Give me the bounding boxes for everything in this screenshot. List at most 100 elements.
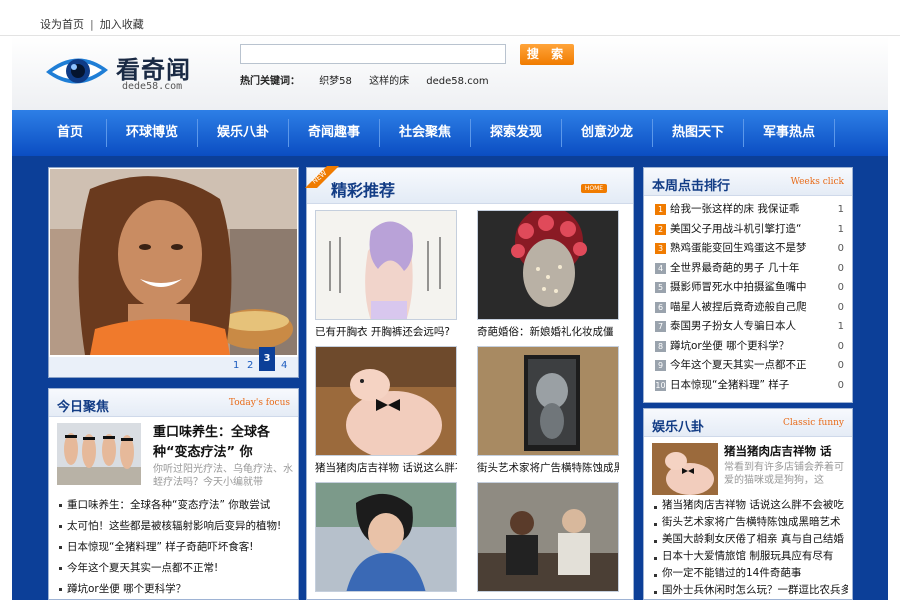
nav-item-odd-news[interactable]: 奇闻趣事 — [289, 110, 379, 156]
search-button[interactable]: 搜 索 — [520, 44, 574, 65]
rank-number: 6 — [655, 301, 666, 313]
nav-item-hot-pics[interactable]: 热图天下 — [653, 110, 743, 156]
rank-title[interactable]: 日本惊现“全猪料理” 样子 — [670, 376, 824, 396]
nav-item-society[interactable]: 社会聚焦 — [380, 110, 470, 156]
focus-thumbnail[interactable] — [57, 423, 141, 485]
featured-image[interactable] — [315, 482, 457, 592]
search-input[interactable] — [240, 44, 506, 64]
rank-title[interactable]: 喵星人被捏后竟奇迹般自己爬 — [670, 298, 824, 318]
panel-subtitle: Classic funny — [783, 418, 844, 428]
featured-caption: 已有开胸衣 开胸裤还会远吗? — [315, 326, 450, 338]
entertainment-list-item[interactable]: 美国大龄剩女厌倦了相亲 真与自己结婚 — [652, 531, 848, 548]
focus-list-item[interactable]: 日本惊现“全猪料理” 样子奇葩吓坏食客! — [57, 537, 281, 558]
rank-number: 1 — [655, 204, 666, 215]
featured-image[interactable] — [477, 482, 619, 592]
nav-item-military[interactable]: 军事热点 — [744, 110, 834, 156]
set-home-link[interactable]: 设为首页 — [40, 18, 84, 31]
featured-image[interactable] — [315, 346, 457, 456]
ranking-item[interactable]: 1 给我一张这样的床 我保证乖 1 — [652, 200, 848, 220]
focus-list-item[interactable]: 重口味养生：全球各种“变态疗法” 你敢尝试 — [57, 495, 281, 516]
rank-title[interactable]: 摄影师冒死水中拍摄鲨鱼嘴中 — [670, 278, 824, 298]
nav-item-creative[interactable]: 创意沙龙 — [562, 110, 652, 156]
nav-divider — [834, 119, 835, 147]
rank-title[interactable]: 蹲坑or坐便 哪个更科学？ — [670, 337, 824, 357]
rank-title[interactable]: 全世界最奇葩的男子 几十年 — [670, 259, 824, 279]
rank-number: 4 — [655, 262, 666, 274]
entertainment-thumbnail[interactable] — [652, 443, 718, 495]
slider-page[interactable]: 4 — [281, 360, 287, 371]
featured-caption: 街头艺术家将广告横特陈蚀成黑 — [477, 462, 619, 474]
page: 设为首页 | 加入收藏 看奇闻 dede58.com 搜 索 热门关键词： 织梦58… — [0, 0, 900, 600]
rank-count: 0 — [837, 282, 844, 293]
rank-title[interactable]: 给我一张这样的床 我保证乖 — [670, 200, 824, 220]
nav-item-entertainment[interactable]: 娱乐八卦 — [198, 110, 288, 156]
featured-image[interactable] — [477, 346, 619, 456]
today-focus-panel: 今日聚焦 Today's focus 重口味养生：全球各种“变态疗法” 你 你听… — [48, 388, 299, 600]
ranking-item[interactable]: 5 摄影师冒死水中拍摄鲨鱼嘴中 0 — [652, 278, 848, 298]
entertainment-headline[interactable]: 猪当猪肉店吉祥物 话 — [724, 443, 848, 459]
rank-count: 0 — [837, 243, 844, 254]
rank-number: 5 — [655, 282, 666, 293]
logo-name: 看奇闻 — [116, 55, 191, 84]
hot-keyword[interactable]: 这样的床 — [369, 76, 409, 87]
ranking-item[interactable]: 7 泰国男子扮女人专骗日本人 1 — [652, 317, 848, 337]
slider-pager: 1 2 3 4 — [49, 347, 298, 377]
hot-keyword[interactable]: 织梦58 — [319, 76, 352, 87]
rank-count: 1 — [837, 204, 844, 215]
ranking-item[interactable]: 9 今年这个夏天其实一点都不正 0 — [652, 356, 848, 376]
featured-image[interactable] — [315, 210, 457, 320]
rank-count: 0 — [837, 360, 844, 371]
entertainment-list-item[interactable]: 猪当猪肉店吉祥物 话说这么胖不会被吃 — [652, 497, 848, 514]
rank-number: 9 — [655, 360, 666, 371]
ranking-item[interactable]: 8 蹲坑or坐便 哪个更科学？ 0 — [652, 337, 848, 357]
focus-list-item[interactable]: 太可怕！这些都是被核辐射影响后变异的植物! — [57, 516, 281, 537]
entertainment-list: 猪当猪肉店吉祥物 话说这么胖不会被吃 街头艺术家将广告横特陈蚀成黑暗艺术 美国大… — [652, 497, 848, 599]
slider-image[interactable] — [50, 169, 297, 355]
top-separator: | — [90, 18, 94, 31]
rank-count: 0 — [837, 262, 844, 274]
panel-header: 今日聚焦 Today's focus — [49, 389, 298, 417]
rank-count: 1 — [837, 321, 844, 332]
panel-header: 娱乐八卦 Classic funny — [644, 409, 852, 437]
slider-page[interactable]: 2 — [247, 360, 253, 371]
focus-list-item[interactable]: 蹲坑or坐便 哪个更科学？ — [57, 579, 281, 600]
ranking-item[interactable]: 6 喵星人被捏后竟奇迹般自己爬 0 — [652, 298, 848, 318]
featured-image[interactable] — [477, 210, 619, 320]
focus-list-item[interactable]: 今年这个夏天其实一点都不正常! — [57, 558, 281, 579]
nav-item-world[interactable]: 环球博览 — [107, 110, 197, 156]
rank-title[interactable]: 泰国男子扮女人专骗日本人 — [670, 317, 824, 337]
entertainment-list-item[interactable]: 国外士兵休闲时怎么玩？一群逗比农兵多 — [652, 582, 848, 599]
entertainment-list-item[interactable]: 你一定不能错过的14件奇葩事 — [652, 565, 848, 582]
entertainment-list-item[interactable]: 日本十大爱情旅馆 制服玩具应有尽有 — [652, 548, 848, 565]
ranking-list: 1 给我一张这样的床 我保证乖 1 2 美国父子用战斗机引擎打造“ 1 3 熟鸡蛋能变回生… — [652, 200, 848, 395]
nav-item-home[interactable]: 首页 — [34, 110, 106, 156]
site-logo[interactable]: 看奇闻 dede58.com — [44, 48, 204, 98]
rank-title[interactable]: 熟鸡蛋能变回生鸡蛋这不是梦 — [670, 239, 824, 259]
logo-domain: dede58.com — [122, 81, 183, 92]
entertainment-description: 常看到有许多店铺会养着可爱的猫咪或是狗狗，这 — [724, 462, 844, 486]
main-nav: 首页 环球博览 娱乐八卦 奇闻趣事 社会聚焦 探索发现 创意沙龙 热图天下 军事… — [12, 110, 888, 156]
featured-caption: 猪当猪肉店吉祥物 话说这么胖不 — [315, 462, 457, 474]
header: 看奇闻 dede58.com 搜 索 热门关键词： 织梦58 这样的床 dede… — [12, 36, 888, 110]
slider-page[interactable]: 1 — [233, 360, 239, 371]
home-badge[interactable]: HOME — [581, 184, 607, 193]
panel-header: 本周点击排行 Weeks click — [644, 168, 852, 196]
rank-number: 8 — [655, 340, 666, 352]
hot-keywords: 热门关键词： 织梦58 这样的床 dede58.com — [240, 72, 503, 87]
hot-keyword[interactable]: dede58.com — [426, 76, 488, 87]
featured-title: 精彩推荐 — [331, 181, 396, 200]
rank-title[interactable]: 今年这个夏天其实一点都不正 — [670, 356, 824, 376]
ranking-item[interactable]: 10 日本惊现“全猪料理” 样子 0 — [652, 376, 848, 396]
panel-title: 娱乐八卦 — [652, 420, 705, 435]
nav-item-discovery[interactable]: 探索发现 — [471, 110, 561, 156]
panel-subtitle: Today's focus — [228, 398, 290, 408]
ranking-item[interactable]: 4 全世界最奇葩的男子 几十年 0 — [652, 259, 848, 279]
rank-title[interactable]: 美国父子用战斗机引擎打造“ — [670, 220, 824, 240]
ranking-item[interactable]: 2 美国父子用战斗机引擎打造“ 1 — [652, 220, 848, 240]
bookmark-link[interactable]: 加入收藏 — [100, 18, 144, 31]
entertainment-list-item[interactable]: 街头艺术家将广告横特陈蚀成黑暗艺术 — [652, 514, 848, 531]
rank-number: 7 — [655, 321, 666, 332]
focus-headline[interactable]: 重口味养生：全球各种“变态疗法” 你 — [153, 423, 293, 463]
ranking-item[interactable]: 3 熟鸡蛋能变回生鸡蛋这不是梦 0 — [652, 239, 848, 259]
slider-page-active[interactable]: 3 — [259, 347, 275, 371]
